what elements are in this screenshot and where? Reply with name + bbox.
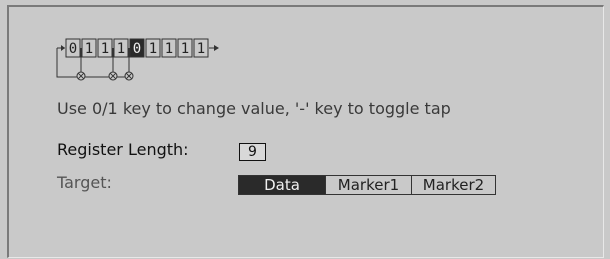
register-bit-value: 1 — [85, 41, 93, 57]
target-option-marker2[interactable]: Marker2 — [411, 176, 495, 194]
register-bit-value: 0 — [69, 41, 77, 57]
shift-register-diagram: 011101111 — [56, 38, 219, 81]
register-bit-value: 1 — [101, 41, 109, 57]
register-bit-value: 1 — [197, 41, 205, 57]
input-arrow — [61, 45, 65, 51]
register-length-field[interactable]: 9 — [239, 143, 266, 161]
register-bit-value: 1 — [149, 41, 157, 57]
target-label: Target: — [57, 173, 112, 192]
register-bit-value: 1 — [117, 41, 125, 57]
target-option-data[interactable]: Data — [239, 176, 325, 194]
register-bit-value: 1 — [165, 41, 173, 57]
settings-panel: 011101111 Use 0/1 key to change value, '… — [7, 5, 604, 258]
register-bit-value: 1 — [181, 41, 189, 57]
register-length-label: Register Length: — [57, 140, 189, 159]
register-bit-value: 0 — [133, 41, 141, 57]
target-option-marker1[interactable]: Marker1 — [325, 176, 411, 194]
target-selector: Data Marker1 Marker2 — [238, 175, 496, 195]
instruction-text: Use 0/1 key to change value, '-' key to … — [57, 99, 451, 118]
output-arrow — [214, 45, 219, 51]
